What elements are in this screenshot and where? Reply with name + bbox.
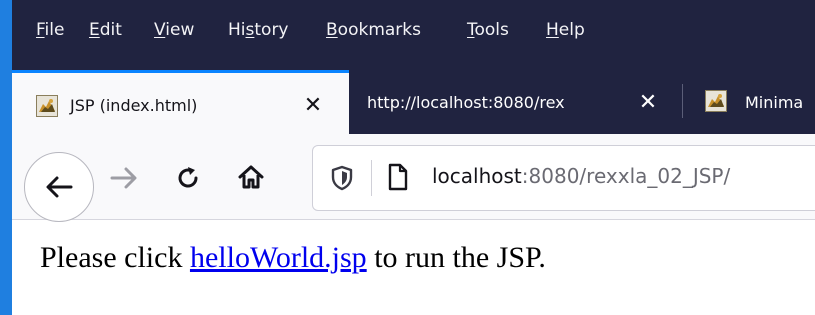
back-arrow-icon — [46, 176, 73, 198]
menu-file[interactable]: File — [36, 20, 64, 40]
page-text-after: to run the JSP. — [366, 241, 546, 274]
url-text[interactable]: localhost:8080/rexxla_02_JSP/ — [432, 164, 730, 188]
menu-bookmarks[interactable]: Bookmarks — [326, 20, 421, 40]
menu-history[interactable]: History — [228, 20, 289, 40]
menu-edit[interactable]: Edit — [89, 20, 122, 40]
url-host: localhost — [432, 164, 522, 188]
back-button[interactable] — [24, 152, 94, 222]
menu-help[interactable]: Help — [546, 20, 585, 40]
url-divider — [371, 160, 372, 196]
tab-title: http://localhost:8080/rex — [367, 94, 565, 112]
menu-bar: File Edit View History Bookmarks Tools H… — [12, 0, 815, 66]
forward-arrow-icon[interactable] — [108, 164, 140, 192]
page-text-before: Please click — [40, 241, 190, 274]
tomcat-favicon-icon — [705, 90, 727, 112]
page-icon[interactable] — [386, 162, 410, 192]
menu-view[interactable]: View — [154, 20, 194, 40]
window-edge — [0, 0, 12, 315]
tomcat-favicon-icon — [36, 95, 58, 117]
tab-localhost[interactable]: http://localhost:8080/rex ✕ — [349, 66, 682, 134]
close-tab-icon[interactable]: ✕ — [296, 89, 330, 123]
home-icon[interactable] — [236, 162, 266, 192]
tab-minimal[interactable]: Minima — [683, 66, 815, 134]
helloworld-link[interactable]: helloWorld.jsp — [190, 241, 367, 274]
browser-window: File Edit View History Bookmarks Tools H… — [0, 0, 815, 315]
tab-title: JSP (index.html) — [70, 96, 198, 115]
tracking-protection-shield-icon[interactable] — [330, 164, 354, 192]
page-paragraph: Please click helloWorld.jsp to run the J… — [40, 240, 546, 276]
url-path: :8080/rexxla_02_JSP/ — [521, 164, 731, 188]
reload-icon[interactable] — [174, 164, 202, 192]
tab-jsp-index[interactable]: JSP (index.html) ✕ — [12, 70, 349, 134]
menu-tools[interactable]: Tools — [467, 20, 509, 40]
close-tab-icon[interactable]: ✕ — [631, 86, 665, 120]
tab-title: Minima — [745, 93, 804, 112]
